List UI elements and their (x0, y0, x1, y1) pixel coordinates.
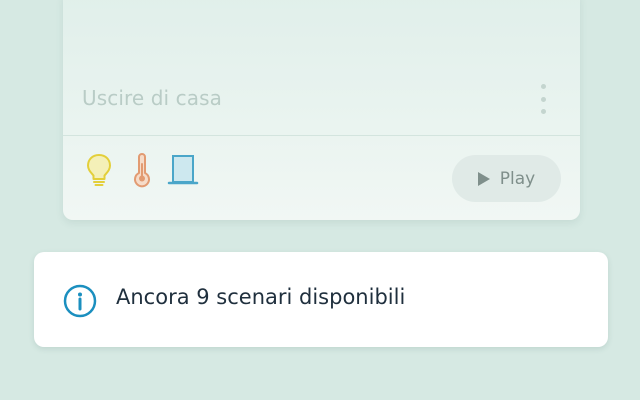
scenario-title: Uscire di casa (82, 86, 222, 110)
window-blind-icon (167, 152, 199, 188)
lightbulb-icon (83, 152, 115, 188)
play-icon (477, 171, 490, 186)
scenario-card[interactable]: Uscire di casa Play (63, 0, 580, 220)
info-banner-text: Ancora 9 scenari disponibili (116, 285, 406, 309)
thermometer-icon (126, 152, 158, 188)
play-button-label: Play (499, 168, 536, 189)
more-vertical-icon[interactable] (534, 82, 552, 116)
info-banner: Ancora 9 scenari disponibili (34, 252, 608, 347)
play-button[interactable]: Play (452, 155, 561, 202)
info-icon (63, 284, 97, 318)
card-divider (63, 135, 580, 136)
